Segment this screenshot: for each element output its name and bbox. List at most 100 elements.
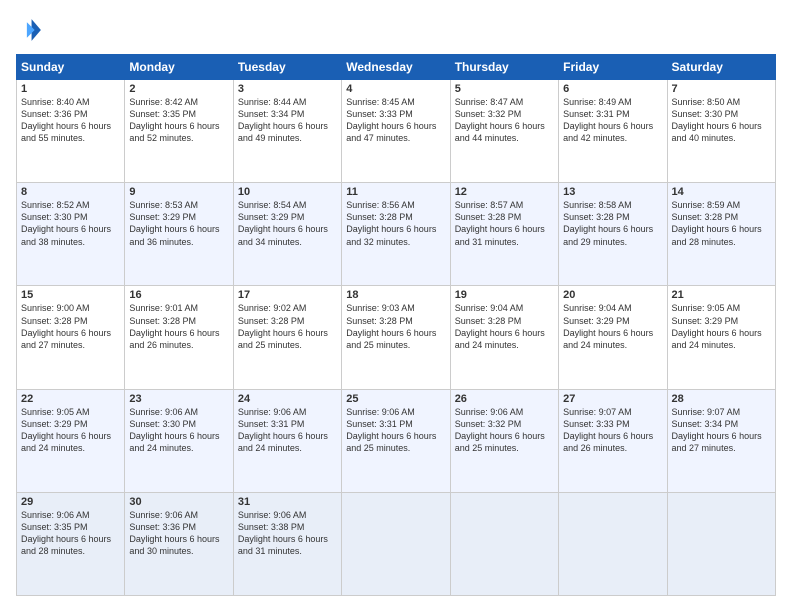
day-number: 14 (672, 186, 771, 198)
col-header-saturday: Saturday (667, 55, 775, 80)
day-info: Sunrise: 9:07 AM Sunset: 3:33 PM Dayligh… (563, 406, 662, 455)
day-cell (667, 492, 775, 595)
day-info: Sunrise: 9:01 AM Sunset: 3:28 PM Dayligh… (129, 302, 228, 351)
col-header-sunday: Sunday (17, 55, 125, 80)
week-row-5: 29 Sunrise: 9:06 AM Sunset: 3:35 PM Dayl… (17, 492, 776, 595)
day-number: 2 (129, 83, 228, 95)
day-info: Sunrise: 8:57 AM Sunset: 3:28 PM Dayligh… (455, 199, 554, 248)
day-cell: 25 Sunrise: 9:06 AM Sunset: 3:31 PM Dayl… (342, 389, 450, 492)
day-number: 26 (455, 393, 554, 405)
day-number: 19 (455, 289, 554, 301)
day-info: Sunrise: 8:58 AM Sunset: 3:28 PM Dayligh… (563, 199, 662, 248)
col-header-thursday: Thursday (450, 55, 558, 80)
day-info: Sunrise: 9:00 AM Sunset: 3:28 PM Dayligh… (21, 302, 120, 351)
day-info: Sunrise: 8:42 AM Sunset: 3:35 PM Dayligh… (129, 96, 228, 145)
day-cell: 6 Sunrise: 8:49 AM Sunset: 3:31 PM Dayli… (559, 80, 667, 183)
day-info: Sunrise: 9:06 AM Sunset: 3:36 PM Dayligh… (129, 509, 228, 558)
day-info: Sunrise: 8:49 AM Sunset: 3:31 PM Dayligh… (563, 96, 662, 145)
day-number: 4 (346, 83, 445, 95)
day-cell: 24 Sunrise: 9:06 AM Sunset: 3:31 PM Dayl… (233, 389, 341, 492)
day-number: 3 (238, 83, 337, 95)
week-row-4: 22 Sunrise: 9:05 AM Sunset: 3:29 PM Dayl… (17, 389, 776, 492)
day-cell: 3 Sunrise: 8:44 AM Sunset: 3:34 PM Dayli… (233, 80, 341, 183)
day-number: 20 (563, 289, 662, 301)
day-number: 18 (346, 289, 445, 301)
day-number: 13 (563, 186, 662, 198)
day-info: Sunrise: 9:05 AM Sunset: 3:29 PM Dayligh… (21, 406, 120, 455)
day-cell: 14 Sunrise: 8:59 AM Sunset: 3:28 PM Dayl… (667, 183, 775, 286)
day-number: 21 (672, 289, 771, 301)
day-cell: 21 Sunrise: 9:05 AM Sunset: 3:29 PM Dayl… (667, 286, 775, 389)
day-cell: 7 Sunrise: 8:50 AM Sunset: 3:30 PM Dayli… (667, 80, 775, 183)
page: SundayMondayTuesdayWednesdayThursdayFrid… (0, 0, 792, 612)
day-cell: 10 Sunrise: 8:54 AM Sunset: 3:29 PM Dayl… (233, 183, 341, 286)
day-number: 31 (238, 496, 337, 508)
day-info: Sunrise: 9:06 AM Sunset: 3:30 PM Dayligh… (129, 406, 228, 455)
day-cell: 31 Sunrise: 9:06 AM Sunset: 3:38 PM Dayl… (233, 492, 341, 595)
day-number: 24 (238, 393, 337, 405)
day-cell: 5 Sunrise: 8:47 AM Sunset: 3:32 PM Dayli… (450, 80, 558, 183)
day-cell: 18 Sunrise: 9:03 AM Sunset: 3:28 PM Dayl… (342, 286, 450, 389)
day-cell: 1 Sunrise: 8:40 AM Sunset: 3:36 PM Dayli… (17, 80, 125, 183)
logo-icon (16, 16, 44, 44)
day-info: Sunrise: 9:06 AM Sunset: 3:32 PM Dayligh… (455, 406, 554, 455)
day-cell: 30 Sunrise: 9:06 AM Sunset: 3:36 PM Dayl… (125, 492, 233, 595)
day-number: 17 (238, 289, 337, 301)
day-cell: 12 Sunrise: 8:57 AM Sunset: 3:28 PM Dayl… (450, 183, 558, 286)
day-info: Sunrise: 8:53 AM Sunset: 3:29 PM Dayligh… (129, 199, 228, 248)
day-cell: 23 Sunrise: 9:06 AM Sunset: 3:30 PM Dayl… (125, 389, 233, 492)
day-cell: 20 Sunrise: 9:04 AM Sunset: 3:29 PM Dayl… (559, 286, 667, 389)
day-info: Sunrise: 8:52 AM Sunset: 3:30 PM Dayligh… (21, 199, 120, 248)
day-number: 25 (346, 393, 445, 405)
day-info: Sunrise: 9:05 AM Sunset: 3:29 PM Dayligh… (672, 302, 771, 351)
day-number: 7 (672, 83, 771, 95)
day-number: 11 (346, 186, 445, 198)
day-cell: 27 Sunrise: 9:07 AM Sunset: 3:33 PM Dayl… (559, 389, 667, 492)
day-number: 1 (21, 83, 120, 95)
col-header-tuesday: Tuesday (233, 55, 341, 80)
week-row-2: 8 Sunrise: 8:52 AM Sunset: 3:30 PM Dayli… (17, 183, 776, 286)
calendar-header-row: SundayMondayTuesdayWednesdayThursdayFrid… (17, 55, 776, 80)
day-info: Sunrise: 9:02 AM Sunset: 3:28 PM Dayligh… (238, 302, 337, 351)
col-header-wednesday: Wednesday (342, 55, 450, 80)
day-cell: 11 Sunrise: 8:56 AM Sunset: 3:28 PM Dayl… (342, 183, 450, 286)
day-cell: 8 Sunrise: 8:52 AM Sunset: 3:30 PM Dayli… (17, 183, 125, 286)
day-cell (450, 492, 558, 595)
day-cell: 22 Sunrise: 9:05 AM Sunset: 3:29 PM Dayl… (17, 389, 125, 492)
day-info: Sunrise: 8:45 AM Sunset: 3:33 PM Dayligh… (346, 96, 445, 145)
day-info: Sunrise: 9:04 AM Sunset: 3:29 PM Dayligh… (563, 302, 662, 351)
day-number: 29 (21, 496, 120, 508)
day-cell: 15 Sunrise: 9:00 AM Sunset: 3:28 PM Dayl… (17, 286, 125, 389)
day-number: 6 (563, 83, 662, 95)
day-cell: 13 Sunrise: 8:58 AM Sunset: 3:28 PM Dayl… (559, 183, 667, 286)
day-info: Sunrise: 8:50 AM Sunset: 3:30 PM Dayligh… (672, 96, 771, 145)
day-cell: 29 Sunrise: 9:06 AM Sunset: 3:35 PM Dayl… (17, 492, 125, 595)
calendar-table: SundayMondayTuesdayWednesdayThursdayFrid… (16, 54, 776, 596)
day-number: 9 (129, 186, 228, 198)
day-info: Sunrise: 9:03 AM Sunset: 3:28 PM Dayligh… (346, 302, 445, 351)
day-number: 5 (455, 83, 554, 95)
day-number: 16 (129, 289, 228, 301)
day-number: 15 (21, 289, 120, 301)
day-info: Sunrise: 9:06 AM Sunset: 3:31 PM Dayligh… (238, 406, 337, 455)
day-number: 23 (129, 393, 228, 405)
day-info: Sunrise: 9:06 AM Sunset: 3:31 PM Dayligh… (346, 406, 445, 455)
day-info: Sunrise: 8:44 AM Sunset: 3:34 PM Dayligh… (238, 96, 337, 145)
day-cell: 4 Sunrise: 8:45 AM Sunset: 3:33 PM Dayli… (342, 80, 450, 183)
day-number: 8 (21, 186, 120, 198)
week-row-3: 15 Sunrise: 9:00 AM Sunset: 3:28 PM Dayl… (17, 286, 776, 389)
day-number: 27 (563, 393, 662, 405)
day-cell: 9 Sunrise: 8:53 AM Sunset: 3:29 PM Dayli… (125, 183, 233, 286)
col-header-monday: Monday (125, 55, 233, 80)
day-cell: 26 Sunrise: 9:06 AM Sunset: 3:32 PM Dayl… (450, 389, 558, 492)
day-number: 28 (672, 393, 771, 405)
day-cell: 16 Sunrise: 9:01 AM Sunset: 3:28 PM Dayl… (125, 286, 233, 389)
col-header-friday: Friday (559, 55, 667, 80)
day-info: Sunrise: 9:06 AM Sunset: 3:35 PM Dayligh… (21, 509, 120, 558)
day-cell: 2 Sunrise: 8:42 AM Sunset: 3:35 PM Dayli… (125, 80, 233, 183)
day-cell (559, 492, 667, 595)
week-row-1: 1 Sunrise: 8:40 AM Sunset: 3:36 PM Dayli… (17, 80, 776, 183)
day-cell: 19 Sunrise: 9:04 AM Sunset: 3:28 PM Dayl… (450, 286, 558, 389)
header (16, 16, 776, 44)
logo (16, 16, 48, 44)
